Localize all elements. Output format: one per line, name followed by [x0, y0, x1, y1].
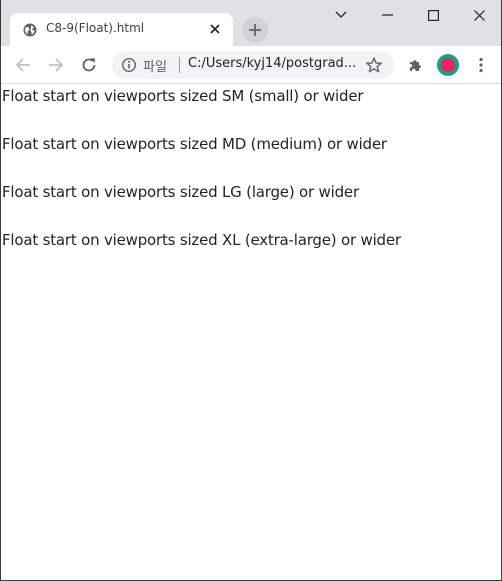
maximize-button[interactable]: [410, 0, 456, 30]
browser-window: C8-9(Float).html 파일 C:/Users/kyj14/postg…: [0, 0, 502, 581]
tab-active[interactable]: C8-9(Float).html: [10, 13, 233, 46]
star-icon[interactable]: [365, 56, 383, 74]
arrow-left-icon: [15, 57, 31, 73]
toolbar: 파일 C:/Users/kyj14/postgrad...: [1, 46, 501, 84]
maximize-icon: [427, 9, 439, 21]
close-icon[interactable]: [207, 21, 223, 37]
arrow-right-icon: [48, 57, 64, 73]
info-icon[interactable]: [121, 57, 137, 73]
float-xl-text: Float start on viewports sized XL (extra…: [2, 231, 401, 249]
page-content: Float start on viewports sized SM (small…: [1, 85, 501, 580]
menu-button[interactable]: [469, 53, 493, 77]
float-lg-text: Float start on viewports sized LG (large…: [2, 183, 359, 201]
float-sm-text: Float start on viewports sized SM (small…: [2, 87, 364, 105]
profile-avatar[interactable]: [437, 54, 459, 76]
new-tab-button[interactable]: [242, 17, 268, 43]
reload-icon: [81, 57, 97, 73]
forward-button[interactable]: [44, 53, 68, 77]
close-window-button[interactable]: [456, 0, 501, 30]
reload-button[interactable]: [77, 53, 101, 77]
plus-icon: [249, 24, 261, 36]
scheme-label: 파일: [143, 60, 167, 75]
tab-search-button[interactable]: [318, 0, 364, 30]
address-bar[interactable]: 파일 C:/Users/kyj14/postgrad...: [112, 51, 394, 79]
puzzle-icon: [408, 57, 424, 73]
extensions-button[interactable]: [404, 53, 428, 77]
avatar-image: [441, 58, 455, 72]
back-button[interactable]: [11, 53, 35, 77]
tab-title: C8-9(Float).html: [46, 21, 145, 35]
url-text[interactable]: C:/Users/kyj14/postgrad...: [188, 56, 356, 71]
kebab-menu-icon: [479, 57, 483, 73]
omnibox-divider: [179, 57, 180, 73]
float-md-text: Float start on viewports sized MD (mediu…: [2, 135, 387, 153]
tab-strip: C8-9(Float).html: [1, 0, 501, 46]
chevron-down-icon: [335, 11, 347, 19]
globe-icon: [23, 22, 37, 37]
minimize-button[interactable]: [364, 0, 410, 30]
minimize-icon: [381, 14, 393, 16]
close-icon: [473, 9, 485, 21]
